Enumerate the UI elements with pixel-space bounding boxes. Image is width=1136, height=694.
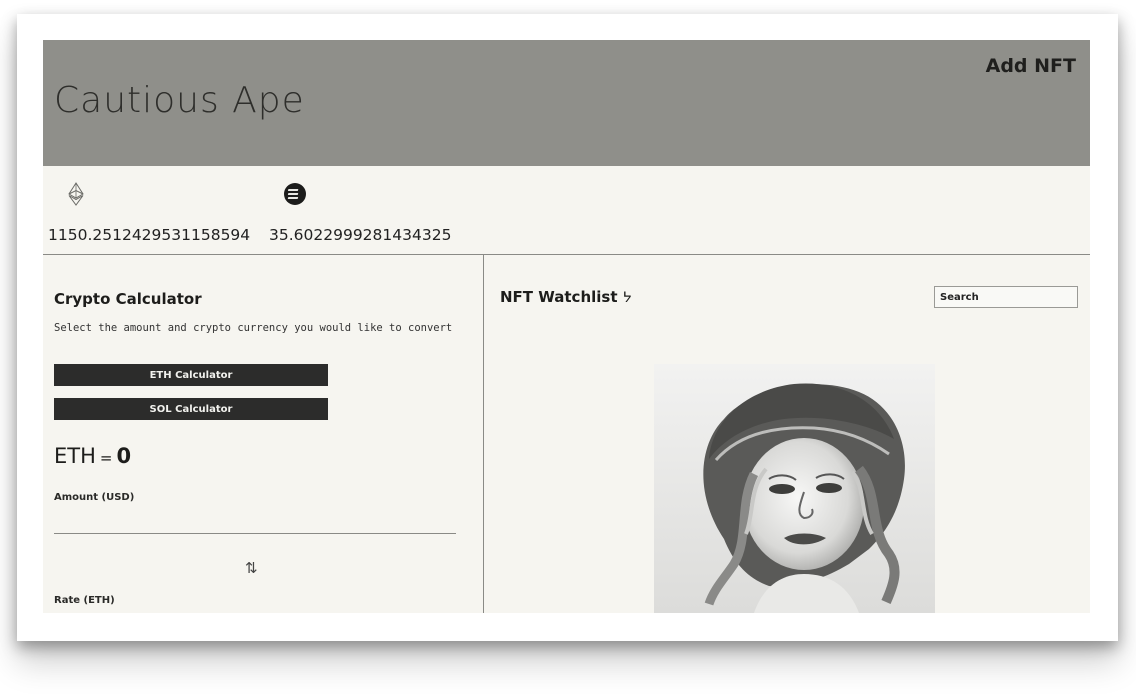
crypto-calculator-panel: Crypto Calculator Select the amount and …: [43, 255, 484, 613]
watchlist-title-icon: ᔭ: [622, 290, 632, 306]
site-header: Cautious Ape Add NFT: [43, 40, 1090, 166]
price-ticker-bar: 1150.2512429531158594 35.602299928143432…: [43, 166, 1090, 255]
sol-price-value: 35.6022999281434325: [269, 226, 452, 244]
result-equals: =: [99, 449, 113, 467]
watchlist-title: NFT Watchlist ᔭ: [500, 288, 632, 306]
conversion-result: ETH = 0: [54, 444, 131, 468]
calculator-title: Crypto Calculator: [54, 290, 202, 308]
ethereum-icon: [68, 182, 84, 210]
search-input[interactable]: [934, 286, 1078, 308]
sol-calculator-button[interactable]: SOL Calculator: [54, 398, 328, 420]
rate-label: Rate (ETH): [54, 595, 115, 606]
eth-price-value: 1150.2512429531158594: [48, 226, 251, 244]
amount-label: Amount (USD): [54, 492, 135, 503]
result-symbol: ETH: [54, 444, 96, 468]
eth-calculator-button[interactable]: ETH Calculator: [54, 364, 328, 386]
nft-image[interactable]: [654, 364, 935, 613]
result-value: 0: [116, 444, 132, 468]
swap-vertical-icon[interactable]: ⇅: [245, 559, 258, 577]
watchlist-title-text: NFT Watchlist: [500, 288, 618, 306]
calculator-subtitle: Select the amount and crypto currency yo…: [54, 322, 453, 334]
amount-input[interactable]: [54, 513, 456, 534]
nft-watchlist-panel: NFT Watchlist ᔭ: [484, 255, 1090, 613]
site-title: Cautious Ape: [54, 80, 305, 121]
add-nft-link[interactable]: Add NFT: [986, 55, 1076, 77]
solana-icon: [284, 183, 306, 209]
app-window: Cautious Ape Add NFT 1150.25124295311585…: [43, 40, 1090, 613]
